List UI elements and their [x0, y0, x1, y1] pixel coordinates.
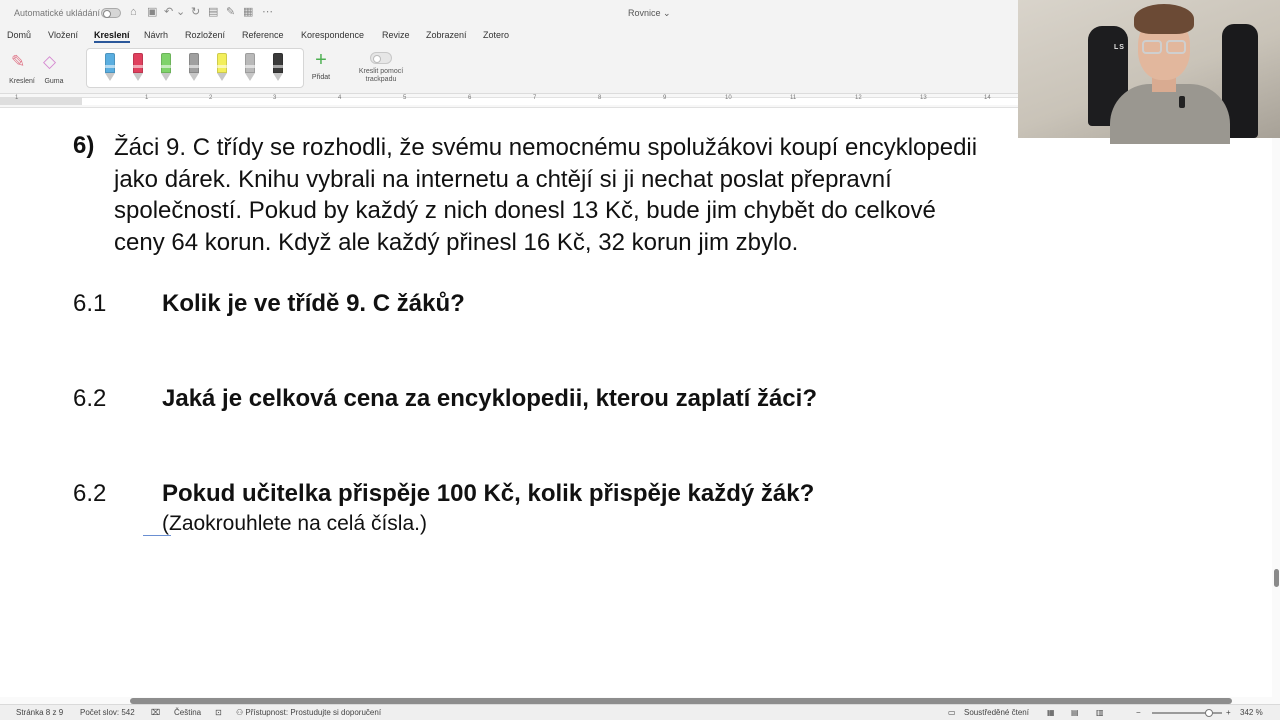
- ruler-number: 14: [984, 95, 991, 101]
- focus-mode-icon[interactable]: ▭: [948, 708, 956, 717]
- trackpad-label-1: Kreslit pomocí: [358, 68, 404, 75]
- silver-pen[interactable]: [244, 53, 256, 83]
- ruler-number: 5: [403, 95, 407, 101]
- blue-pen[interactable]: [104, 53, 116, 83]
- zoom-slider-knob[interactable]: [1205, 709, 1213, 717]
- tab-home[interactable]: Domů: [7, 30, 31, 40]
- question-text: Pokud učitelka přispěje 100 Kč, kolik př…: [162, 480, 815, 507]
- chair-logo: LS: [1114, 44, 1125, 51]
- paragraph-line: jako dárek. Knihu vybrali na internetu a…: [114, 165, 892, 193]
- red-pen[interactable]: [132, 53, 144, 83]
- eraser-icon: ◇: [43, 52, 57, 71]
- autosave-toggle[interactable]: [101, 8, 121, 18]
- tab-zotero[interactable]: Zotero: [483, 30, 509, 40]
- ruler-number: 1: [145, 95, 149, 101]
- customize-icon[interactable]: ▦: [243, 6, 253, 18]
- undo-icon[interactable]: ↶: [164, 6, 173, 18]
- rounding-note: (Zaokrouhlete na celá čísla.): [162, 512, 427, 535]
- vertical-scrollbar[interactable]: [1272, 108, 1280, 698]
- tab-review[interactable]: Revize: [382, 30, 410, 40]
- ruler-number: 13: [920, 95, 927, 101]
- black-pen[interactable]: [272, 53, 284, 83]
- word-count[interactable]: Počet slov: 542: [80, 708, 135, 717]
- print-layout-icon[interactable]: ▦: [1047, 708, 1055, 717]
- vertical-scroll-thumb[interactable]: [1274, 569, 1279, 587]
- ruler-number: 10: [725, 95, 732, 101]
- ruler-number: 3: [273, 95, 277, 101]
- green-pen[interactable]: [160, 53, 172, 83]
- status-bar: Stránka 8 z 9 Počet slov: 542 ⌧ Čeština …: [0, 704, 1280, 720]
- question-text: Kolik je ve třídě 9. C žáků?: [162, 290, 465, 317]
- accessibility-status[interactable]: ⚇ Přístupnost: Prostudujte si doporučení: [236, 708, 381, 717]
- focus-mode-label[interactable]: Soustředěné čtení: [964, 708, 1029, 717]
- ruler-number: 2: [209, 95, 213, 101]
- glasses-right-lens: [1166, 40, 1186, 54]
- eraser-label: Guma: [44, 78, 64, 85]
- tab-design[interactable]: Návrh: [144, 30, 168, 40]
- presenter-hair: [1134, 4, 1194, 34]
- lapel-mic: [1179, 96, 1185, 108]
- ruler-number: 9: [663, 95, 667, 101]
- draw-pen-icon: ✎: [11, 52, 26, 71]
- task-paragraph[interactable]: Žáci 9. C třídy se rozhodli, že svému ne…: [114, 132, 1104, 258]
- gray-pencil[interactable]: [188, 53, 200, 83]
- question-number: 6.2: [73, 385, 107, 412]
- save-icon[interactable]: ▣: [147, 6, 157, 18]
- tab-view[interactable]: Zobrazení: [426, 30, 467, 40]
- zoom-out-icon[interactable]: −: [1136, 708, 1141, 717]
- presenter-body: [1110, 84, 1230, 144]
- tab-references[interactable]: Reference: [242, 30, 284, 40]
- more-icon[interactable]: ⋯: [262, 6, 273, 18]
- ruler-number: 6: [468, 95, 472, 101]
- tab-layout[interactable]: Rozložení: [185, 30, 225, 40]
- paragraph-line: společností. Pokud by každý z nich dones…: [114, 197, 936, 224]
- focus-icon[interactable]: ⊡: [215, 708, 222, 717]
- text-cursor-mark: [143, 535, 171, 536]
- zoom-in-icon[interactable]: +: [1226, 708, 1231, 717]
- paragraph-line: Žáci 9. C třídy se rozhodli, že svému ne…: [114, 134, 978, 161]
- eraser-button[interactable]: ◇ Guma: [32, 48, 76, 92]
- autosave-label: Automatické ukládání: [14, 8, 101, 18]
- proofing-icon[interactable]: ⌧: [151, 708, 160, 717]
- trackpad-label-2: trackpadu: [365, 76, 397, 83]
- home-icon[interactable]: ⌂: [130, 6, 137, 18]
- add-pen-button[interactable]: + Přidat: [306, 50, 336, 90]
- paragraph-line: ceny 64 korun. Když ale každý přinesl 16…: [114, 228, 799, 256]
- tab-draw[interactable]: Kreslení: [94, 30, 130, 43]
- tab-mailings[interactable]: Korespondence: [301, 30, 364, 40]
- ruler-number: 12: [855, 95, 862, 101]
- glasses-left-lens: [1142, 40, 1162, 54]
- print-icon[interactable]: ▤: [208, 6, 218, 18]
- read-mode-icon[interactable]: ▥: [1096, 708, 1104, 717]
- ruler-number: 4: [338, 95, 342, 101]
- task-number: 6): [73, 132, 95, 159]
- question-number: 6.1: [73, 290, 107, 317]
- add-pen-label: Přidat: [311, 74, 331, 81]
- document-title[interactable]: Rovnice ⌄: [628, 8, 671, 19]
- zoom-level[interactable]: 342 %: [1240, 708, 1263, 717]
- yellow-highlighter[interactable]: [216, 53, 228, 83]
- redo-icon[interactable]: ↻: [191, 6, 200, 18]
- language-indicator[interactable]: Čeština: [174, 708, 201, 717]
- ruler-margin: [0, 97, 82, 105]
- question-text: Jaká je celková cena za encyklopedii, kt…: [162, 385, 817, 412]
- web-layout-icon[interactable]: ▤: [1071, 708, 1079, 717]
- ruler-number: 1: [15, 95, 19, 101]
- trackpad-toggle-switch[interactable]: [370, 52, 392, 64]
- ruler-number: 8: [598, 95, 602, 101]
- plus-icon: +: [315, 49, 327, 71]
- trackpad-draw-toggle[interactable]: Kreslit pomocí trackpadu: [356, 50, 406, 90]
- page-indicator[interactable]: Stránka 8 z 9: [16, 708, 63, 717]
- tab-insert[interactable]: Vložení: [48, 30, 78, 40]
- pen-gallery: [86, 48, 304, 88]
- ruler-number: 7: [533, 95, 537, 101]
- undo-dropdown-icon[interactable]: ⌄: [176, 6, 185, 18]
- document-page[interactable]: 6) Žáci 9. C třídy se rozhodli, že svému…: [0, 108, 1272, 698]
- ruler-number: 11: [790, 95, 797, 101]
- pen-quick-icon[interactable]: ✎: [226, 6, 235, 18]
- question-number: 6.2: [73, 480, 107, 507]
